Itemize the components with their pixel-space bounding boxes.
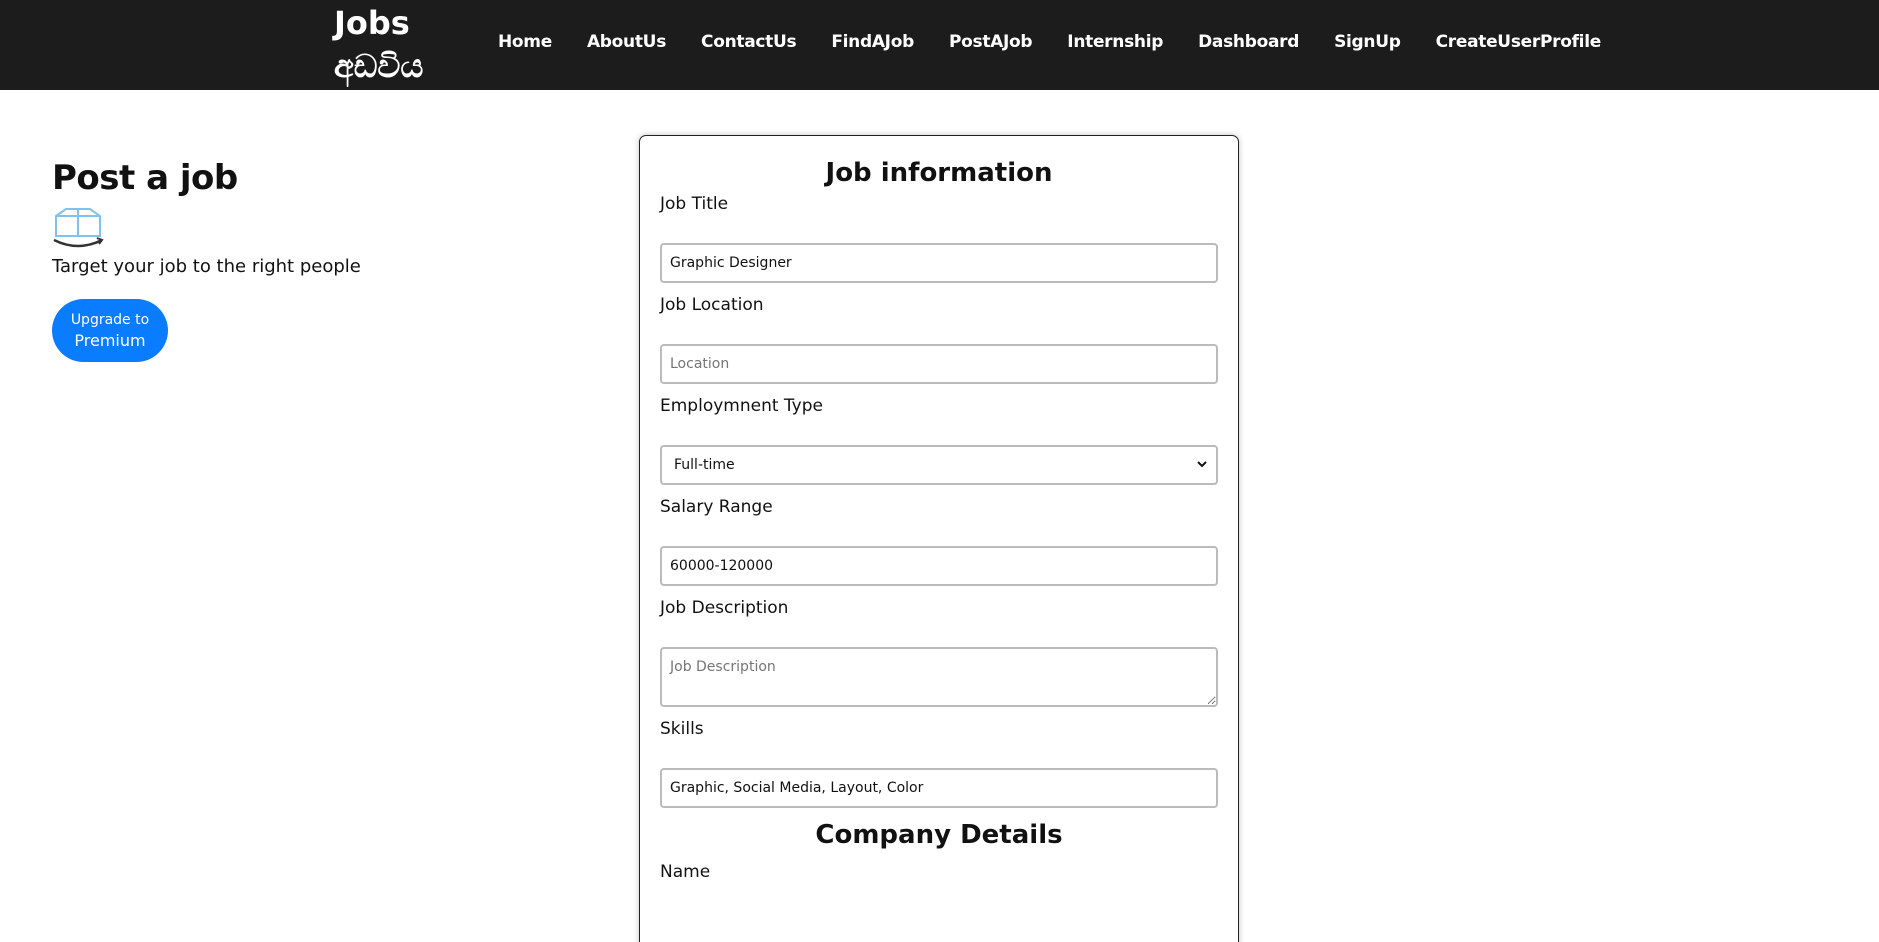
employment-type-select-wrapper: Full-time [660, 445, 1218, 485]
nav-link-create-user-profile[interactable]: CreateUserProfile [1436, 32, 1602, 52]
nav-links: Home AboutUs ContactUs FindAJob PostAJob… [498, 32, 1636, 52]
package-box-icon [53, 208, 104, 248]
brand-logo[interactable]: Jobs අඩවිය [334, 2, 423, 88]
employment-type-select[interactable]: Full-time [660, 445, 1218, 485]
job-location-input[interactable] [660, 344, 1218, 384]
upgrade-button-line-1: Upgrade to [70, 311, 150, 328]
job-location-label: Job Location [660, 295, 764, 315]
nav-link-post-a-job[interactable]: PostAJob [949, 32, 1033, 52]
employment-type-label: Employmnent Type [660, 396, 823, 416]
post-job-sidebar: Post a job Target your job to the right … [52, 158, 361, 362]
salary-range-label: Salary Range [660, 497, 773, 517]
page-title: Post a job [52, 158, 238, 198]
upgrade-premium-button[interactable]: Upgrade to Premium [52, 299, 168, 362]
nav-link-internship[interactable]: Internship [1067, 32, 1163, 52]
company-details-heading: Company Details [815, 820, 1063, 850]
chevron-down-icon [1197, 461, 1207, 468]
top-navbar: Jobs අඩවිය Home AboutUs ContactUs FindAJ… [0, 0, 1879, 90]
skills-input[interactable] [660, 768, 1218, 808]
nav-link-home[interactable]: Home [498, 32, 552, 52]
job-title-input[interactable] [660, 243, 1218, 283]
upgrade-button-line-2: Premium [74, 330, 146, 350]
nav-link-find-a-job[interactable]: FindAJob [831, 32, 914, 52]
brand-line-2: අඩවිය [334, 47, 424, 85]
salary-range-input[interactable] [660, 546, 1218, 586]
tagline: Target your job to the right people [52, 256, 361, 277]
company-name-label: Name [660, 862, 711, 882]
job-title-label: Job Title [660, 194, 729, 214]
job-information-form: Job information Job Title Job Location E… [639, 135, 1239, 942]
nav-link-dashboard[interactable]: Dashboard [1198, 32, 1299, 52]
nav-link-about-us[interactable]: AboutUs [587, 32, 666, 52]
job-description-textarea[interactable] [660, 647, 1218, 707]
brand-line-1: Jobs [334, 4, 410, 42]
nav-link-contact-us[interactable]: ContactUs [701, 32, 797, 52]
job-description-label: Job Description [660, 598, 789, 618]
skills-label: Skills [660, 719, 704, 739]
nav-link-sign-up[interactable]: SignUp [1334, 32, 1401, 52]
job-information-heading: Job information [825, 158, 1053, 188]
